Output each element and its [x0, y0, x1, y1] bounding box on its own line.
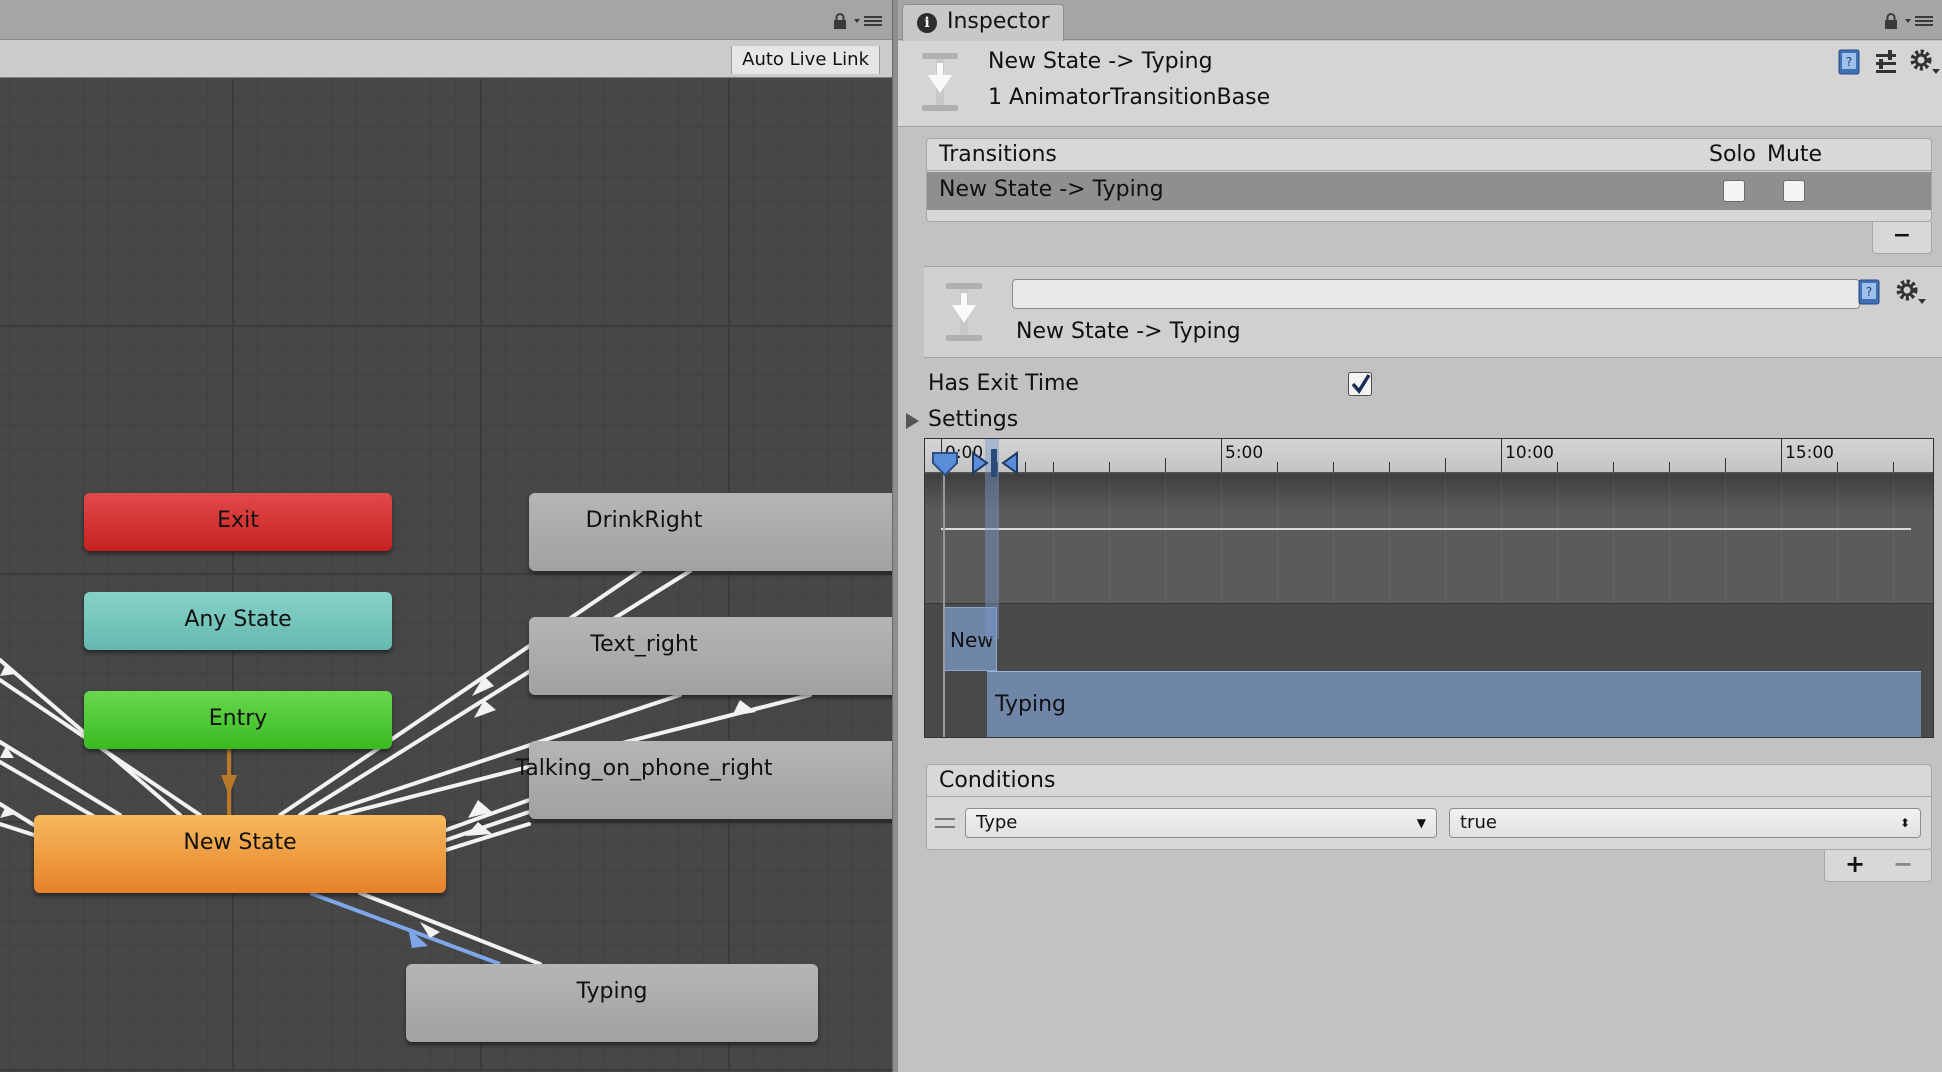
solo-checkbox[interactable] — [1723, 180, 1745, 202]
header-subtitle: 1 AnimatorTransitionBase — [988, 85, 1271, 110]
text-right-node-label: Text_right — [590, 632, 698, 657]
talking-on-phone-right-node-label: Talking_on_phone_right — [515, 756, 773, 781]
conditions-list: Conditions Type ▼ true ⬍ — [926, 764, 1932, 850]
talking-on-phone-right-node[interactable]: Talking_on_phone_right — [515, 741, 892, 819]
drink-right-node-label: DrinkRight — [585, 508, 703, 533]
dropdown-updown-arrow-icon: ⬍ — [1899, 816, 1910, 830]
condition-value-value: true — [1460, 812, 1497, 833]
transitions-list: Transitions Solo Mute New State -> Typin… — [926, 138, 1932, 222]
has-exit-time-checkbox[interactable] — [1348, 372, 1372, 396]
ruler-tick — [1501, 439, 1502, 472]
ruler-tick — [1109, 462, 1110, 472]
condition-parameter-value: Type — [976, 812, 1018, 833]
timeline-ruler[interactable]: 0:00 5:00 10:00 15:00 — [925, 439, 1933, 473]
condition-parameter-dropdown[interactable]: Type ▼ — [965, 808, 1437, 838]
condition-value-dropdown[interactable]: true ⬍ — [1449, 808, 1921, 838]
gear-icon[interactable] — [1894, 277, 1926, 307]
new-state-node-label: New State — [183, 830, 297, 855]
ruler-tick — [1893, 462, 1894, 472]
has-exit-time-row: Has Exit Time — [928, 368, 1928, 400]
conditions-footer: + − — [1824, 850, 1932, 882]
ruler-tick — [1669, 462, 1670, 472]
lock-icon[interactable] — [1884, 13, 1898, 29]
info-icon: i — [917, 13, 937, 33]
inspector-header: New State -> Typing 1 AnimatorTransition… — [898, 41, 1942, 127]
ruler-tick — [1781, 439, 1782, 472]
ruler-tick — [1221, 439, 1222, 472]
animator-window: Auto Live Link Exit Any State Entry New … — [0, 0, 892, 1072]
preset-sliders-icon[interactable] — [1874, 49, 1898, 75]
remove-condition-button[interactable]: − — [1893, 850, 1913, 878]
transition-handles-icon[interactable] — [969, 449, 1021, 477]
drink-right-node[interactable]: DrinkRight — [529, 493, 892, 571]
typing-node[interactable]: Typing — [406, 964, 818, 1042]
help-book-icon[interactable]: ? — [1856, 279, 1882, 305]
entry-node[interactable]: Entry — [84, 691, 392, 749]
selected-transition-header: ? New State -> Typing — [924, 266, 1942, 358]
any-state-node[interactable]: Any State — [84, 592, 392, 650]
exit-node-label: Exit — [217, 508, 259, 533]
ruler-label: 15:00 — [1785, 443, 1834, 463]
exit-node[interactable]: Exit — [84, 493, 392, 551]
mute-column-header: Mute — [1767, 142, 1823, 167]
transitions-list-header: Transitions Solo Mute — [927, 139, 1931, 171]
typing-node-label: Typing — [576, 979, 648, 1004]
header-title: New State -> Typing — [988, 49, 1213, 74]
timeline-grid — [925, 474, 1933, 604]
ruler-tick — [1165, 458, 1166, 472]
window-menu-icon[interactable] — [1903, 14, 1935, 28]
ruler-tick — [1445, 458, 1446, 472]
ruler-label: 5:00 — [1225, 443, 1264, 463]
ruler-tick — [1053, 462, 1054, 472]
settings-label: Settings — [928, 407, 1019, 432]
transition-icon — [946, 283, 982, 341]
table-row[interactable]: New State -> Typing — [927, 172, 1931, 210]
gear-icon[interactable] — [1908, 47, 1940, 77]
destination-state-bar[interactable]: Typing — [987, 671, 1921, 737]
ruler-tick — [1837, 462, 1838, 472]
conditions-title: Conditions — [939, 768, 1056, 793]
dropdown-arrow-icon: ▼ — [1416, 816, 1426, 830]
ruler-label: 10:00 — [1505, 443, 1554, 463]
checkmark-icon — [1351, 374, 1371, 394]
has-exit-time-label: Has Exit Time — [928, 371, 1079, 396]
exit-time-handle-icon[interactable] — [931, 449, 959, 477]
ruler-tick — [1389, 462, 1390, 472]
svg-text:?: ? — [1866, 285, 1872, 299]
solo-column-header: Solo — [1709, 142, 1756, 167]
ruler-tick — [1333, 462, 1334, 472]
remove-transition-button[interactable]: − — [1872, 222, 1932, 254]
svg-text:?: ? — [1846, 55, 1852, 69]
transition-timeline[interactable]: 0:00 5:00 10:00 15:00 New Typing — [924, 438, 1934, 738]
ruler-tick — [1725, 458, 1726, 472]
ruler-tick — [1557, 462, 1558, 472]
ruler-tick — [1025, 462, 1026, 472]
entry-node-label: Entry — [208, 706, 268, 731]
add-condition-button[interactable]: + — [1845, 850, 1865, 878]
inspector-window: i Inspector New State -> Typing 1 Animat… — [898, 0, 1942, 1072]
timeline-bars-area: New Typing — [925, 605, 1933, 737]
inspector-tab-bar: i Inspector — [898, 0, 1942, 41]
text-right-node[interactable]: Text_right — [529, 617, 892, 695]
exit-time-marker-line — [943, 463, 945, 737]
selected-transition-label: New State -> Typing — [1016, 319, 1241, 344]
any-state-node-label: Any State — [184, 607, 292, 632]
transition-name-input[interactable] — [1012, 279, 1860, 309]
mute-checkbox[interactable] — [1783, 180, 1805, 202]
drag-handle-icon[interactable] — [935, 818, 955, 828]
tab-inspector-label: Inspector — [947, 9, 1050, 34]
transition-icon — [922, 53, 958, 111]
transition-row-label: New State -> Typing — [939, 177, 1164, 202]
help-book-icon[interactable]: ? — [1836, 49, 1862, 75]
transitions-title: Transitions — [939, 142, 1057, 167]
foldout-arrow-icon — [906, 413, 919, 429]
conditions-list-header: Conditions — [927, 765, 1931, 797]
ruler-tick — [1613, 462, 1614, 472]
new-state-node[interactable]: New State — [34, 815, 446, 893]
ruler-tick — [1277, 462, 1278, 472]
tab-inspector[interactable]: i Inspector — [902, 4, 1064, 41]
